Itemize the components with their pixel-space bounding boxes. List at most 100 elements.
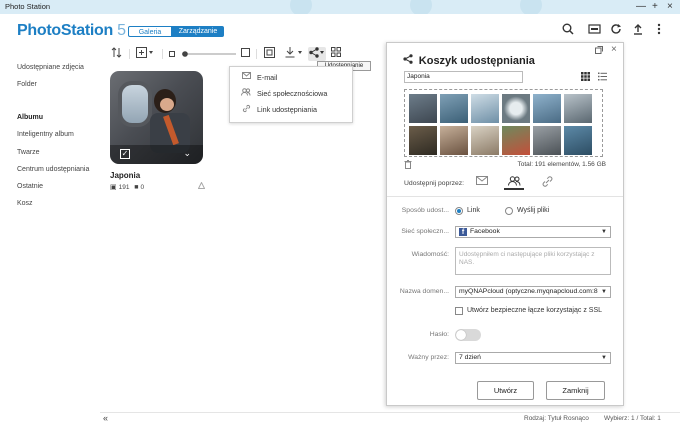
album-thumbnail[interactable]: ✓ ⌄ (110, 71, 203, 164)
album-share-status-icon (197, 181, 206, 191)
grid-view-icon[interactable] (581, 72, 590, 83)
grid-view-icon[interactable] (330, 47, 342, 61)
share-via-email-tab[interactable] (472, 176, 492, 190)
share-menu-item-email[interactable]: E-mail (230, 70, 352, 85)
collapse-sidebar-icon[interactable]: « (103, 413, 108, 423)
password-label: Hasło: (429, 331, 449, 338)
chevron-down-icon: ▼ (601, 289, 607, 295)
photo-thumbnail[interactable] (471, 126, 499, 155)
sidebar-item-faces[interactable]: Twarze (17, 149, 40, 156)
more-options-icon[interactable] (652, 23, 666, 37)
network-select[interactable]: f Facebook ▼ (455, 226, 611, 238)
status-bar (100, 412, 680, 427)
message-label: Wiadomość: (411, 251, 449, 258)
share-icon[interactable] (308, 47, 326, 61)
sidebar: Udostępniane zdjęcia Folder Albumu Intel… (0, 46, 100, 427)
share-cart-panel: × Koszyk udostępniania Japonia Total: 19… (386, 42, 624, 406)
zoom-slider[interactable] (180, 47, 238, 61)
upload-icon[interactable] (631, 23, 645, 37)
panel-divider (387, 196, 623, 197)
app-logo: PhotoStation 5 (17, 22, 126, 39)
video-count-icon: ■ (134, 184, 139, 191)
photo-thumbnail[interactable] (533, 94, 561, 123)
photo-count: 191 (118, 184, 130, 191)
refresh-icon[interactable] (609, 23, 623, 37)
method-send-radio[interactable] (505, 207, 513, 215)
album-photo-window (118, 81, 152, 127)
network-label: Sieć społeczn... (401, 228, 449, 235)
album-checkbox[interactable]: ✓ (120, 149, 130, 159)
close-button[interactable]: Zamknij (546, 381, 605, 400)
photo-thumbnail[interactable] (409, 126, 437, 155)
album-name-input[interactable]: Japonia (404, 71, 523, 83)
share-menu-item-social[interactable]: Sieć społecznościowa (230, 86, 352, 101)
sidebar-item-smart-album[interactable]: Inteligentny album (17, 131, 74, 138)
photo-thumbnail-grid (404, 89, 603, 157)
popout-icon[interactable] (595, 46, 603, 56)
photo-thumbnail[interactable] (440, 126, 468, 155)
people-icon (241, 88, 251, 98)
sidebar-item-recent[interactable]: Ostatnie (17, 183, 43, 190)
mode-gallery-button[interactable]: Galeria (128, 26, 172, 37)
maximize-button[interactable]: + (652, 1, 658, 13)
photo-count-icon: ▣ (110, 184, 117, 191)
domain-select[interactable]: myQNAPcloud (optyczne.myqnapcloud.com:8 … (455, 286, 611, 298)
message-textarea[interactable]: Udostępniłem ci następujące pliki korzys… (455, 247, 611, 275)
share-menu-label: Sieć społecznościowa (257, 89, 328, 98)
list-view-icon[interactable] (598, 72, 607, 83)
valid-select[interactable]: 7 dzień ▼ (455, 352, 611, 364)
toolbar-separator (129, 49, 130, 59)
sidebar-item-share-center[interactable]: Centrum udostępniania (17, 166, 89, 173)
domain-select-value: myQNAPcloud (optyczne.myqnapcloud.com:8 (459, 288, 598, 295)
toolbar-separator (162, 49, 163, 59)
photo-thumbnail[interactable] (471, 94, 499, 123)
create-button[interactable]: Utwórz (477, 381, 534, 400)
sort-icon[interactable] (109, 47, 123, 61)
share-via-link-tab[interactable] (537, 176, 557, 190)
sidebar-item-albums[interactable]: Albumu (17, 114, 43, 121)
minimize-button[interactable]: — (636, 1, 646, 13)
toolbar-separator (256, 49, 257, 59)
share-icon (403, 54, 416, 67)
sidebar-item-folder[interactable]: Folder (17, 81, 37, 88)
photo-thumbnail[interactable] (502, 94, 530, 123)
photo-thumbnail[interactable] (502, 126, 530, 155)
share-menu-label: E-mail (257, 73, 278, 82)
photo-thumbnail[interactable] (409, 94, 437, 123)
trash-icon[interactable] (404, 160, 412, 171)
sidebar-item-trash[interactable]: Kosz (17, 200, 33, 207)
zoom-small-icon[interactable] (168, 47, 176, 61)
video-count: 0 (140, 184, 145, 191)
total-info: Total: 191 elementów, 1.56 GB (517, 161, 606, 168)
photo-thumbnail[interactable] (440, 94, 468, 123)
slideshow-icon[interactable] (262, 47, 276, 61)
method-link-label: Link (467, 207, 480, 214)
share-menu-item-link[interactable]: Link udostępniania (230, 102, 352, 117)
search-icon[interactable] (561, 23, 575, 37)
close-panel-button[interactable]: × (611, 44, 617, 55)
close-window-button[interactable]: × (667, 1, 673, 13)
mode-manage-button[interactable]: Zarządzanie (172, 26, 224, 37)
secure-link-label: Utwórz bezpieczne łącze korzystając z SS… (467, 307, 602, 314)
share-via-social-tab[interactable] (504, 176, 524, 190)
photo-thumbnail[interactable] (533, 126, 561, 155)
titlebar-decoration (520, 0, 542, 14)
chevron-down-icon[interactable]: ⌄ (183, 149, 191, 158)
download-icon[interactable] (284, 47, 304, 61)
method-link-radio[interactable] (455, 207, 463, 215)
media-icon[interactable] (587, 23, 601, 37)
method-label: Sposób udost... (401, 207, 449, 214)
album-title[interactable]: Japonia (110, 171, 140, 180)
valid-label: Ważny przez: (408, 354, 449, 361)
zoom-large-icon[interactable] (240, 47, 250, 61)
add-album-icon[interactable] (135, 47, 155, 61)
valid-select-value: 7 dzień (459, 354, 481, 361)
password-toggle[interactable] (455, 329, 481, 341)
photo-thumbnail[interactable] (564, 126, 592, 155)
chevron-down-icon: ▼ (601, 355, 607, 361)
photo-thumbnail[interactable] (564, 94, 592, 123)
network-select-value: Facebook (470, 228, 500, 235)
window-title: Photo Station (5, 2, 51, 11)
sidebar-item-shared-photos[interactable]: Udostępniane zdjęcia (17, 64, 84, 71)
secure-link-checkbox[interactable] (455, 307, 463, 315)
